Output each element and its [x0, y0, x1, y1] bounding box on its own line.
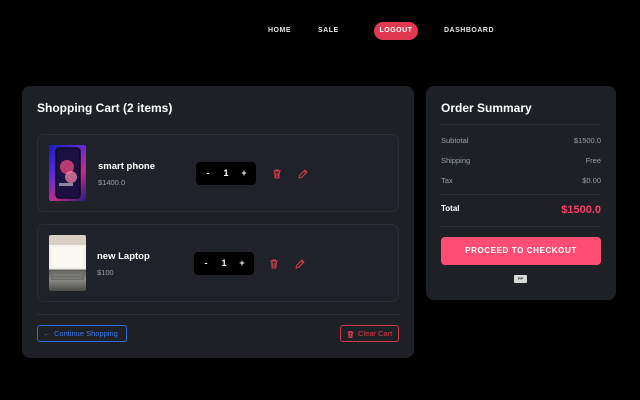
quantity-value: 1: [221, 258, 227, 268]
cart-title: Shopping Cart (2 items): [37, 101, 173, 115]
total-label: Total: [441, 204, 460, 213]
laptop-thumbnail-art: [51, 247, 84, 280]
quantity-increase-button[interactable]: +: [234, 252, 250, 275]
cart-item: new Laptop $100 - 1 +: [37, 224, 399, 302]
proceed-to-checkout-button[interactable]: PROCEED TO CHECKOUT: [441, 237, 601, 265]
subtotal-label: Subtotal: [441, 136, 469, 145]
nav-home-link[interactable]: HOME: [268, 22, 291, 40]
shopping-cart-panel: Shopping Cart (2 items) smart phone $140…: [22, 86, 414, 358]
summary-divider: [441, 226, 601, 227]
total-value: $1500.0: [561, 204, 601, 216]
quantity-increase-button[interactable]: +: [236, 162, 252, 185]
smart-phone-image: [49, 145, 86, 201]
arrow-left-icon: ←: [43, 329, 51, 338]
tax-value: $0.00: [582, 176, 601, 185]
subtotal-row: Subtotal $1500.0: [441, 136, 601, 148]
trash-icon[interactable]: [268, 257, 280, 269]
tax-label: Tax: [441, 176, 453, 185]
quantity-decrease-button[interactable]: -: [198, 252, 214, 275]
phone-thumbnail-art: [55, 147, 81, 199]
summary-divider: [441, 194, 601, 195]
nav-dashboard-link[interactable]: DASHBOARD: [444, 22, 494, 40]
nav-sale-link[interactable]: SALE: [318, 22, 339, 40]
new-laptop-image: [49, 235, 86, 291]
subtotal-value: $1500.0: [573, 136, 601, 145]
quantity-stepper: - 1 +: [194, 252, 254, 275]
order-summary-panel: Order Summary Subtotal $1500.0 Shipping …: [426, 86, 616, 300]
shipping-row: Shipping Free: [441, 156, 601, 168]
top-nav: HOME SALE LOGOUT DASHBOARD: [0, 22, 640, 40]
item-name: new Laptop: [97, 251, 150, 262]
clear-cart-label: Clear Cart: [358, 329, 393, 338]
logout-button[interactable]: LOGOUT: [374, 22, 418, 40]
pencil-icon[interactable]: [294, 257, 306, 269]
summary-divider: [441, 124, 601, 125]
trash-icon[interactable]: [271, 167, 283, 179]
pencil-icon[interactable]: [297, 167, 309, 179]
shipping-value: Free: [585, 156, 601, 165]
quantity-value: 1: [223, 168, 229, 178]
quantity-stepper: - 1 +: [196, 162, 256, 185]
item-price: $1400.0: [98, 178, 126, 187]
quantity-decrease-button[interactable]: -: [200, 162, 216, 185]
cart-divider: [37, 314, 399, 315]
tax-row: Tax $0.00: [441, 176, 601, 188]
continue-shopping-label: Continue Shopping: [54, 329, 118, 338]
summary-title: Order Summary: [441, 101, 532, 115]
paypal-icon: PP: [514, 275, 527, 283]
clear-cart-button[interactable]: Clear Cart: [340, 325, 399, 342]
total-row: Total $1500.0: [441, 204, 601, 220]
shipping-label: Shipping: [441, 156, 471, 165]
item-name: smart phone: [98, 161, 156, 172]
continue-shopping-button[interactable]: ← Continue Shopping: [37, 325, 127, 342]
item-price: $100: [97, 268, 114, 277]
cart-item: smart phone $1400.0 - 1 +: [37, 134, 399, 212]
trash-icon: [346, 329, 355, 338]
